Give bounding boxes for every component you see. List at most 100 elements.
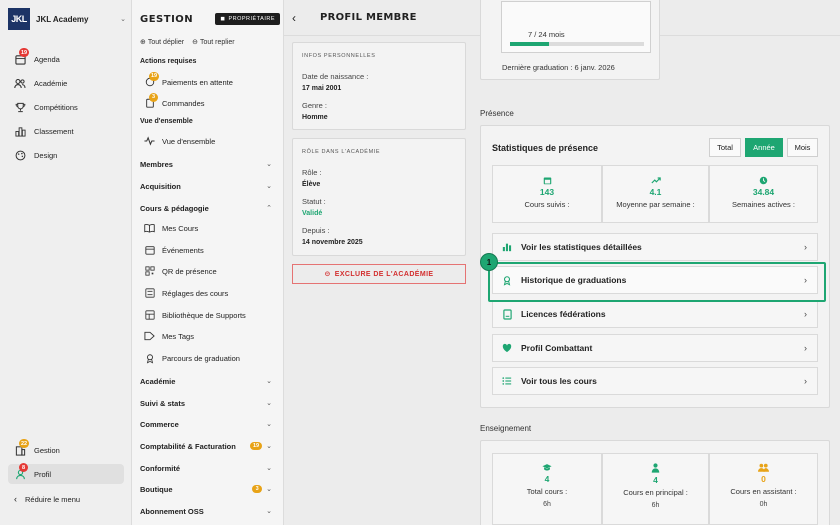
calendar-icon <box>144 245 155 256</box>
group-academie[interactable]: Académie ⌄ <box>140 372 272 390</box>
toggle-total[interactable]: Total <box>709 138 741 157</box>
chevron-right-icon: › <box>804 309 807 319</box>
nav-agenda[interactable]: 19 Agenda <box>8 48 124 69</box>
boutique-badge: 3 <box>252 485 263 493</box>
nav-label: Agenda <box>34 54 60 64</box>
nav-competitions[interactable]: Compétitions <box>8 97 124 117</box>
menu-label: Bibliothèque de Supports <box>162 310 246 320</box>
stat-label: Moyenne par semaine : <box>616 200 695 209</box>
row-voir-tous-cours[interactable]: Voir tous les cours › <box>492 367 818 395</box>
last-graduation: Dernière graduation : 6 janv. 2026 <box>502 63 615 72</box>
sliders-icon <box>144 288 155 299</box>
stat-total-cours: 4 Total cours : 6h <box>492 453 602 525</box>
coins-icon: 19 <box>144 71 160 88</box>
calendar-icon <box>493 176 601 187</box>
chevron-down-icon: ⌄ <box>266 443 272 450</box>
menu-label: QR de présence <box>162 266 217 276</box>
collapse-all-button[interactable]: ⊖ Tout replier <box>192 38 235 47</box>
group-acquisition[interactable]: Acquisition ⌄ <box>140 177 272 195</box>
stat-value: 4 <box>544 474 550 484</box>
stat-value: 4.1 <box>649 187 662 197</box>
stat-value: 143 <box>539 187 555 197</box>
nav-classement[interactable]: Classement <box>8 121 124 141</box>
group-label: Cours & pédagogie <box>140 203 209 213</box>
personal-info-card: INFOS PERSONNELLES Date de naissance : 1… <box>292 42 466 130</box>
row-label: Voir tous les cours <box>521 376 597 386</box>
graduation-progress-fill <box>510 42 549 46</box>
expand-all-button[interactable]: ⊕ Tout déplier <box>140 38 184 47</box>
collapse-icon: ⊖ <box>192 39 198 46</box>
page-title: PROFIL MEMBRE <box>320 12 417 23</box>
row-profil-combattant[interactable]: Profil Combattant › <box>492 334 818 362</box>
menu-label: Paiements en attente <box>162 77 233 87</box>
toggle-annee[interactable]: Année <box>745 138 783 157</box>
stat-label: Cours en principal : <box>623 488 688 497</box>
group-conformite[interactable]: Conformité ⌄ <box>140 459 272 477</box>
menu-evenements[interactable]: Événements <box>144 241 276 259</box>
menu-bibliotheque[interactable]: Bibliothèque de Supports <box>144 306 276 324</box>
group-comptabilite[interactable]: Comptabilité & Facturation 19 ⌄ <box>140 437 272 455</box>
menu-reglages-cours[interactable]: Réglages des cours <box>144 284 276 302</box>
menu-commandes[interactable]: 3 Commandes <box>144 92 276 112</box>
academy-switcher[interactable]: JKL JKL Academy ⌄ <box>8 8 126 30</box>
presence-section-title: Présence <box>480 109 514 118</box>
menu-mes-cours[interactable]: Mes Cours <box>144 219 276 237</box>
nav-academie[interactable]: Académie <box>8 73 124 93</box>
stat-label: Semaines actives : <box>732 200 795 209</box>
menu-overview[interactable]: Vue d'ensemble <box>144 132 276 150</box>
palette-icon <box>14 149 26 161</box>
calendar-icon: 19 <box>14 48 30 65</box>
gestion-title: GESTION <box>140 13 194 25</box>
stat-value: 34.84 <box>752 187 775 197</box>
person-icon <box>603 463 708 475</box>
trend-up-icon <box>603 176 708 187</box>
nav-profil[interactable]: 8 Profil <box>8 463 124 484</box>
group-membres[interactable]: Membres ⌄ <box>140 155 272 173</box>
gender-label: Genre : <box>302 101 328 110</box>
menu-label: Événements <box>162 245 204 255</box>
stat-label: Cours en assistant : <box>730 487 797 496</box>
nav-design[interactable]: Design <box>8 145 124 165</box>
chevron-down-icon: ⌄ <box>266 378 272 385</box>
users-icon <box>14 77 26 89</box>
group-commerce[interactable]: Commerce ⌄ <box>140 415 272 433</box>
chevron-down-icon: ⌄ <box>266 421 272 428</box>
menu-qr-presence[interactable]: QR de présence <box>144 262 276 280</box>
clipboard-icon: 3 <box>144 92 158 109</box>
status-value: Validé <box>302 210 323 217</box>
highlight-box <box>488 262 826 302</box>
reduce-menu-button[interactable]: ‹ Réduire le menu <box>14 494 80 504</box>
back-arrow-icon[interactable]: ‹ <box>292 11 306 25</box>
minus-circle-icon: ⊝ <box>324 271 331 278</box>
teaching-section-title: Enseignement <box>480 424 532 433</box>
graduation-progress-box: 7 / 24 mois <box>501 1 651 53</box>
expand-icon: ⊕ <box>140 39 146 46</box>
commandes-badge: 3 <box>149 92 158 102</box>
qr-code-icon <box>144 266 155 277</box>
paiements-badge: 19 <box>149 71 160 81</box>
exclude-button[interactable]: ⊝ EXCLURE DE L'ACADÉMIE <box>292 264 466 284</box>
group-boutique[interactable]: Boutique 3 ⌄ <box>140 480 272 498</box>
row-label: Profil Combattant <box>521 343 593 353</box>
row-label: Licences fédérations <box>521 309 606 319</box>
group-suivi-stats[interactable]: Suivi & stats ⌄ <box>140 394 272 412</box>
menu-paiements[interactable]: 19 Paiements en attente <box>144 71 276 91</box>
gender-value: Homme <box>302 114 328 121</box>
since-value: 14 novembre 2025 <box>302 239 363 246</box>
row-statistiques-detaillees[interactable]: Voir les statistiques détaillées › <box>492 233 818 261</box>
menu-parcours-graduation[interactable]: Parcours de graduation <box>144 349 276 367</box>
group-abonnement[interactable]: Abonnement OSS ⌄ <box>140 502 272 520</box>
row-label: Voir les statistiques détaillées <box>521 242 642 252</box>
group-label: Membres <box>140 159 173 169</box>
menu-tags[interactable]: Mes Tags <box>144 327 276 345</box>
toggle-mois[interactable]: Mois <box>787 138 818 157</box>
academy-role-card: RÔLE DANS L'ACADÉMIE Rôle : Élève Statut… <box>292 138 466 256</box>
nav-label: Académie <box>34 78 68 88</box>
chevron-down-icon: ⌄ <box>266 161 272 168</box>
heart-shield-icon <box>501 342 513 354</box>
nav-gestion[interactable]: 22 Gestion <box>8 439 124 460</box>
group-cours[interactable]: Cours & pédagogie ⌃ <box>140 199 272 217</box>
people-icon <box>710 463 817 474</box>
row-licences-federations[interactable]: Licences fédérations › <box>492 300 818 328</box>
menu-label: Commandes <box>162 98 205 108</box>
